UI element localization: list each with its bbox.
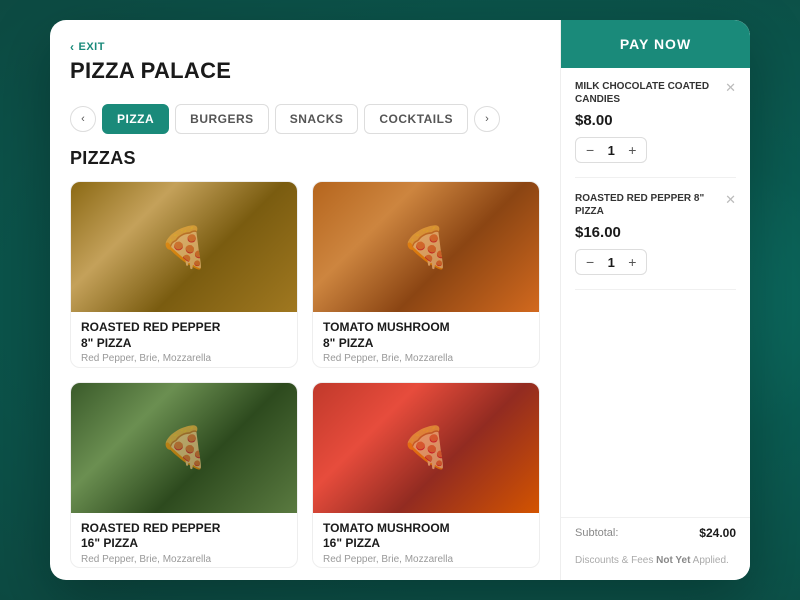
pizza-emoji-4: 🍕	[313, 383, 539, 513]
pizza-ingredients-4: Red Pepper, Brie, Mozzarella	[323, 554, 529, 565]
cart-item-1-qty-value: 1	[604, 143, 618, 158]
cart-item-1-qty-decrease[interactable]: −	[584, 142, 596, 158]
pizza-image-2: 🍕	[313, 182, 539, 312]
pizza-image-4: 🍕	[313, 383, 539, 513]
cart-item-1-qty-control: − 1 +	[575, 137, 647, 163]
subtotal-label: Subtotal:	[575, 527, 618, 539]
cart-panel: PAY NOW MILK CHOCOLATE COATED CANDIES ✕ …	[560, 20, 750, 580]
pizza-card-2[interactable]: 🍕 TOMATO MUSHROOM 8" PIZZA Red Pepper, B…	[312, 181, 540, 368]
tab-cocktails[interactable]: COCKTAILS	[364, 104, 468, 134]
subtotal-row: Subtotal: $24.00	[561, 517, 750, 548]
pay-now-button[interactable]: PAY NOW	[561, 20, 750, 68]
cart-item-2-remove[interactable]: ✕	[725, 192, 736, 208]
exit-label: EXIT	[79, 41, 105, 53]
pizza-name-1: ROASTED RED PEPPER 8" PIZZA	[81, 320, 287, 351]
exit-chevron-icon: ‹	[70, 40, 75, 54]
pizza-ingredients-2: Red Pepper, Brie, Mozzarella	[323, 353, 529, 364]
tabs-container: ‹ PIZZA BURGERS SNACKS COCKTAILS ›	[70, 104, 540, 134]
cart-item-1: MILK CHOCOLATE COATED CANDIES ✕ $8.00 − …	[575, 80, 736, 178]
pizza-name-3: ROASTED RED PEPPER 16" PIZZA	[81, 521, 287, 552]
pizza-image-1: 🍕	[71, 182, 297, 312]
pizza-info-4: TOMATO MUSHROOM 16" PIZZA Red Pepper, Br…	[313, 513, 539, 569]
cart-item-2-header: ROASTED RED PEPPER 8" PIZZA ✕	[575, 192, 736, 218]
cart-item-1-header: MILK CHOCOLATE COATED CANDIES ✕	[575, 80, 736, 106]
tab-prev-button[interactable]: ‹	[70, 106, 96, 132]
tab-pizza[interactable]: PIZZA	[102, 104, 169, 134]
cart-item-1-qty-increase[interactable]: +	[626, 142, 638, 158]
cart-item-2-price: $16.00	[575, 224, 736, 241]
pizza-info-1: ROASTED RED PEPPER 8" PIZZA Red Pepper, …	[71, 312, 297, 368]
cart-items-list: MILK CHOCOLATE COATED CANDIES ✕ $8.00 − …	[561, 68, 750, 517]
tab-snacks[interactable]: SNACKS	[275, 104, 359, 134]
cart-item-1-price: $8.00	[575, 112, 736, 129]
pizza-name-2: TOMATO MUSHROOM 8" PIZZA	[323, 320, 529, 351]
pizza-grid: 🍕 ROASTED RED PEPPER 8" PIZZA Red Pepper…	[70, 181, 540, 580]
pizza-card-3[interactable]: 🍕 ROASTED RED PEPPER 16" PIZZA Red Peppe…	[70, 382, 298, 569]
cart-item-2-qty-control: − 1 +	[575, 249, 647, 275]
cart-item-2: ROASTED RED PEPPER 8" PIZZA ✕ $16.00 − 1…	[575, 192, 736, 290]
pizza-emoji-2: 🍕	[313, 182, 539, 312]
pizza-name-4: TOMATO MUSHROOM 16" PIZZA	[323, 521, 529, 552]
cart-item-1-remove[interactable]: ✕	[725, 80, 736, 96]
exit-link[interactable]: ‹ EXIT	[70, 40, 231, 54]
modal-container: ‹ EXIT PIZZA PALACE ‹ PIZZA BURGERS SNAC…	[50, 20, 750, 580]
left-panel: ‹ EXIT PIZZA PALACE ‹ PIZZA BURGERS SNAC…	[50, 20, 560, 580]
cart-item-2-qty-value: 1	[604, 255, 618, 270]
pizza-emoji-1: 🍕	[71, 182, 297, 312]
modal-inner: ‹ EXIT PIZZA PALACE ‹ PIZZA BURGERS SNAC…	[50, 20, 750, 580]
pizza-image-3: 🍕	[71, 383, 297, 513]
cart-item-2-qty-increase[interactable]: +	[626, 254, 638, 270]
discount-note: Discounts & Fees Not Yet Applied.	[561, 548, 750, 580]
cart-item-1-name: MILK CHOCOLATE COATED CANDIES	[575, 80, 725, 106]
subtotal-value: $24.00	[699, 526, 736, 540]
pizza-ingredients-1: Red Pepper, Brie, Mozzarella	[81, 353, 287, 364]
section-title: PIZZAS	[70, 148, 540, 169]
cart-item-2-name: ROASTED RED PEPPER 8" PIZZA	[575, 192, 725, 218]
pizza-card-4[interactable]: 🍕 TOMATO MUSHROOM 16" PIZZA Red Pepper, …	[312, 382, 540, 569]
pizza-info-2: TOMATO MUSHROOM 8" PIZZA Red Pepper, Bri…	[313, 312, 539, 368]
pizza-ingredients-3: Red Pepper, Brie, Mozzarella	[81, 554, 287, 565]
tab-next-button[interactable]: ›	[474, 106, 500, 132]
tab-burgers[interactable]: BURGERS	[175, 104, 269, 134]
header-row: ‹ EXIT PIZZA PALACE	[70, 40, 540, 84]
pizza-emoji-3: 🍕	[71, 383, 297, 513]
pizza-info-3: ROASTED RED PEPPER 16" PIZZA Red Pepper,…	[71, 513, 297, 569]
pizza-card-1[interactable]: 🍕 ROASTED RED PEPPER 8" PIZZA Red Pepper…	[70, 181, 298, 368]
restaurant-title: PIZZA PALACE	[70, 58, 231, 84]
cart-item-2-qty-decrease[interactable]: −	[584, 254, 596, 270]
